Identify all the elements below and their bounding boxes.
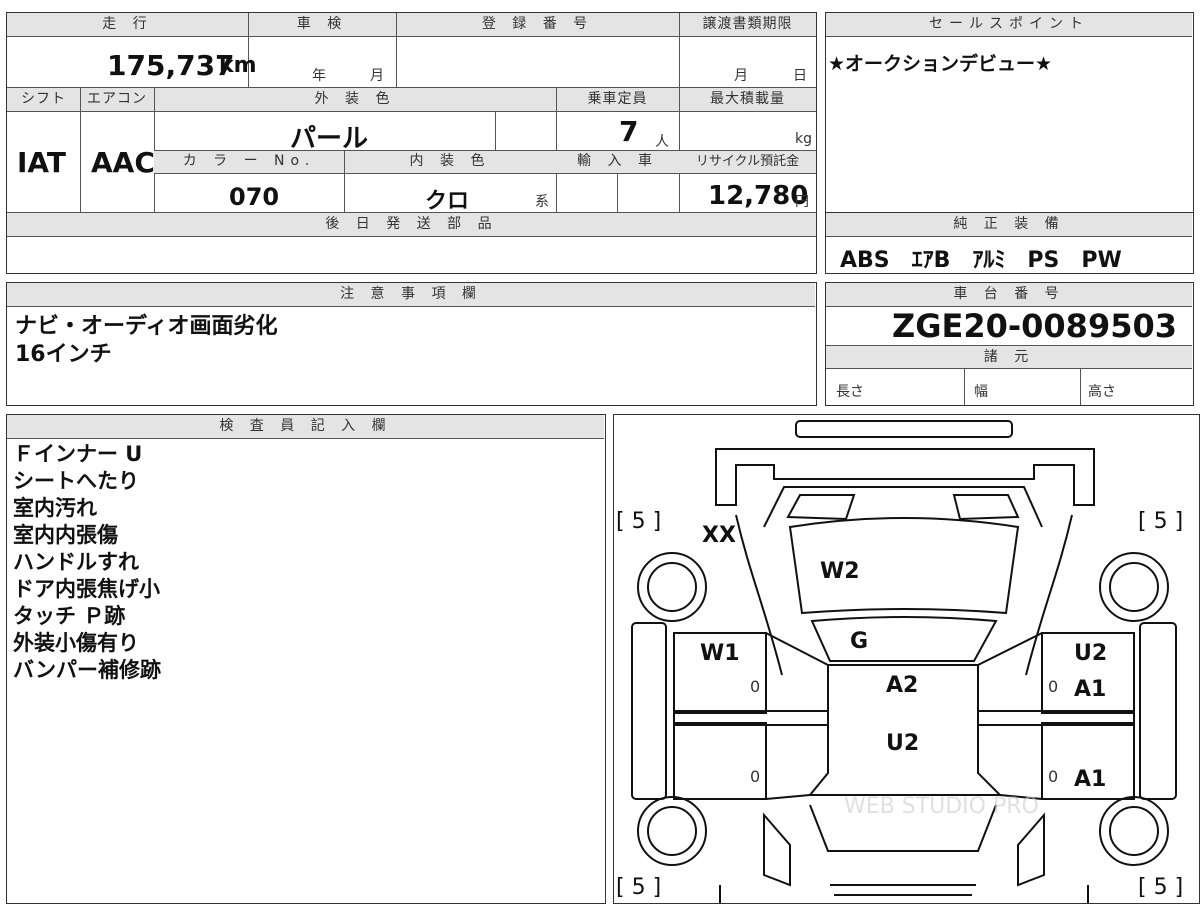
inspector-line-9: バンパー補修跡 [13, 658, 162, 682]
aircon-value: AAC [91, 146, 155, 179]
interior-suffix: 系 [535, 194, 549, 210]
mileage-value: 175,737 [107, 49, 235, 82]
inspector-line-2: シートへたり [13, 469, 139, 493]
rear-body-outline [763, 486, 1043, 528]
rear-lamp-left [786, 494, 856, 521]
inspector-line-5: ハンドルすれ [13, 550, 139, 574]
tire-mark-front-left: [ 5 ] [616, 875, 662, 900]
equipment-text: ABS ｴｱB ｱﾙﾐ PS PW [840, 248, 1122, 273]
capacity-header: 乗車定員 [556, 88, 679, 112]
interior-color-value: クロ [425, 189, 470, 214]
car-diagram-box: WEB STUDIO PRO [ 5 ] [ 5 ] [ 5 ] [ 5 ] X… [613, 414, 1200, 904]
inspector-line-1: Ｆインナー U [13, 442, 143, 466]
mark-xx: XX [702, 523, 736, 548]
rear-spoiler-shape [795, 420, 1013, 438]
capacity-value: 7 [619, 115, 639, 148]
mark-a1-right-front: A1 [1074, 677, 1107, 702]
body-left-rear [735, 514, 783, 676]
chassis-box: 車 台 番 号 ZGE20-0089503 諸 元 長さ 幅 高さ [825, 282, 1194, 406]
tire-mark-front-right: [ 5 ] [1138, 875, 1184, 900]
exterior-color-header: 外 装 色 [154, 88, 556, 112]
mark-w1: W1 [700, 641, 740, 666]
transfer-deadline-header: 譲渡書類期限 [679, 13, 816, 37]
sales-point-box: セールスポイント ★オークションデビュー★ [825, 12, 1194, 213]
shift-header: シフト [7, 88, 80, 112]
inspector-line-3: 室内汚れ [13, 496, 97, 520]
code-lr: 0 [750, 767, 761, 786]
mark-g: G [850, 629, 869, 654]
dims-width-label: 幅 [974, 384, 988, 400]
shaken-month-label: 月 [370, 68, 384, 84]
equipment-box: 純 正 装 備 ABS ｴｱB ｱﾙﾐ PS PW [825, 212, 1194, 274]
inspector-line-7: タッチ Ｐ跡 [13, 604, 126, 628]
capacity-unit: 人 [655, 134, 669, 150]
equipment-header: 純 正 装 備 [826, 213, 1192, 237]
front-bumper-shape [719, 884, 1089, 903]
deadline-day-label: 日 [793, 68, 807, 84]
code-lf: 0 [750, 677, 761, 696]
right-skirt [1139, 622, 1177, 800]
max-load-header: 最大積載量 [679, 88, 816, 112]
left-skirt [631, 622, 667, 800]
aircon-header: エアコン [80, 88, 154, 112]
deadline-month-label: 月 [734, 68, 748, 84]
rear-lamp-right [952, 494, 1020, 521]
recycle-header: リサイクル預託金 [679, 151, 816, 174]
tire-mark-rear-left: [ 5 ] [616, 509, 662, 534]
dims-header: 諸 元 [826, 345, 1192, 369]
dims-length-label: 長さ [836, 384, 864, 400]
left-rear-door [673, 722, 767, 800]
inspector-line-6: ドア内張焦げ小 [13, 577, 160, 601]
watermark: WEB STUDIO PRO [844, 794, 1039, 819]
chassis-header: 車 台 番 号 [826, 283, 1192, 307]
color-no-value: 070 [229, 183, 280, 211]
sales-point-text: ★オークションデビュー★ [828, 53, 1053, 75]
shaken-year-label: 年 [312, 68, 326, 84]
recycle-value: 12,780 [708, 181, 809, 211]
right-pillars [977, 632, 1043, 800]
mileage-unit: km [219, 53, 257, 78]
note-line-1: ナビ・オーディオ画面劣化 [15, 314, 278, 339]
mark-w2: W2 [820, 559, 860, 584]
load-unit: kg [795, 131, 812, 147]
notes-box: 注 意 事 項 欄 ナビ・オーディオ画面劣化 16インチ [6, 282, 817, 406]
tire-mark-rear-right: [ 5 ] [1138, 509, 1184, 534]
inspector-header: 検 査 員 記 入 欄 [7, 415, 604, 439]
spec-table: 走 行 車 検 登 録 番 号 譲渡書類期限 175,737 km 年 月 月 … [6, 12, 817, 274]
shaken-header: 車 検 [248, 13, 396, 37]
chassis-number: ZGE20-0089503 [892, 307, 1177, 345]
import-header: 輸 入 車 [556, 151, 679, 174]
color-no-header: カ ラ ー No. [154, 151, 344, 174]
code-rf: 0 [1048, 677, 1059, 696]
mark-u2-roof: U2 [886, 731, 920, 756]
mileage-header: 走 行 [7, 13, 248, 37]
mark-a2: A2 [886, 673, 919, 698]
inspector-box: 検 査 員 記 入 欄 Ｆインナー U シートへたり 室内汚れ 室内内張傷 ハン… [6, 414, 606, 904]
front-glass-shape [810, 616, 998, 662]
inspector-line-4: 室内内張傷 [13, 523, 118, 547]
registration-header: 登 録 番 号 [396, 13, 679, 37]
sales-point-header: セールスポイント [826, 13, 1192, 37]
left-pillars [765, 632, 829, 800]
notes-header: 注 意 事 項 欄 [7, 283, 815, 307]
code-rr: 0 [1048, 767, 1059, 786]
body-right-rear [1025, 514, 1073, 676]
rear-bumper-shape [715, 448, 1095, 506]
later-parts-header: 後 日 発 送 部 品 [7, 213, 816, 237]
inspector-line-8: 外装小傷有り [13, 631, 139, 655]
interior-color-header: 内 装 色 [344, 151, 556, 174]
mark-a1-right-rear: A1 [1074, 767, 1107, 792]
dims-height-label: 高さ [1088, 384, 1116, 400]
shift-value: IAT [17, 146, 67, 179]
yen-unit: 円 [795, 194, 809, 210]
mark-u2-right: U2 [1074, 641, 1108, 666]
note-line-2: 16インチ [15, 342, 112, 367]
